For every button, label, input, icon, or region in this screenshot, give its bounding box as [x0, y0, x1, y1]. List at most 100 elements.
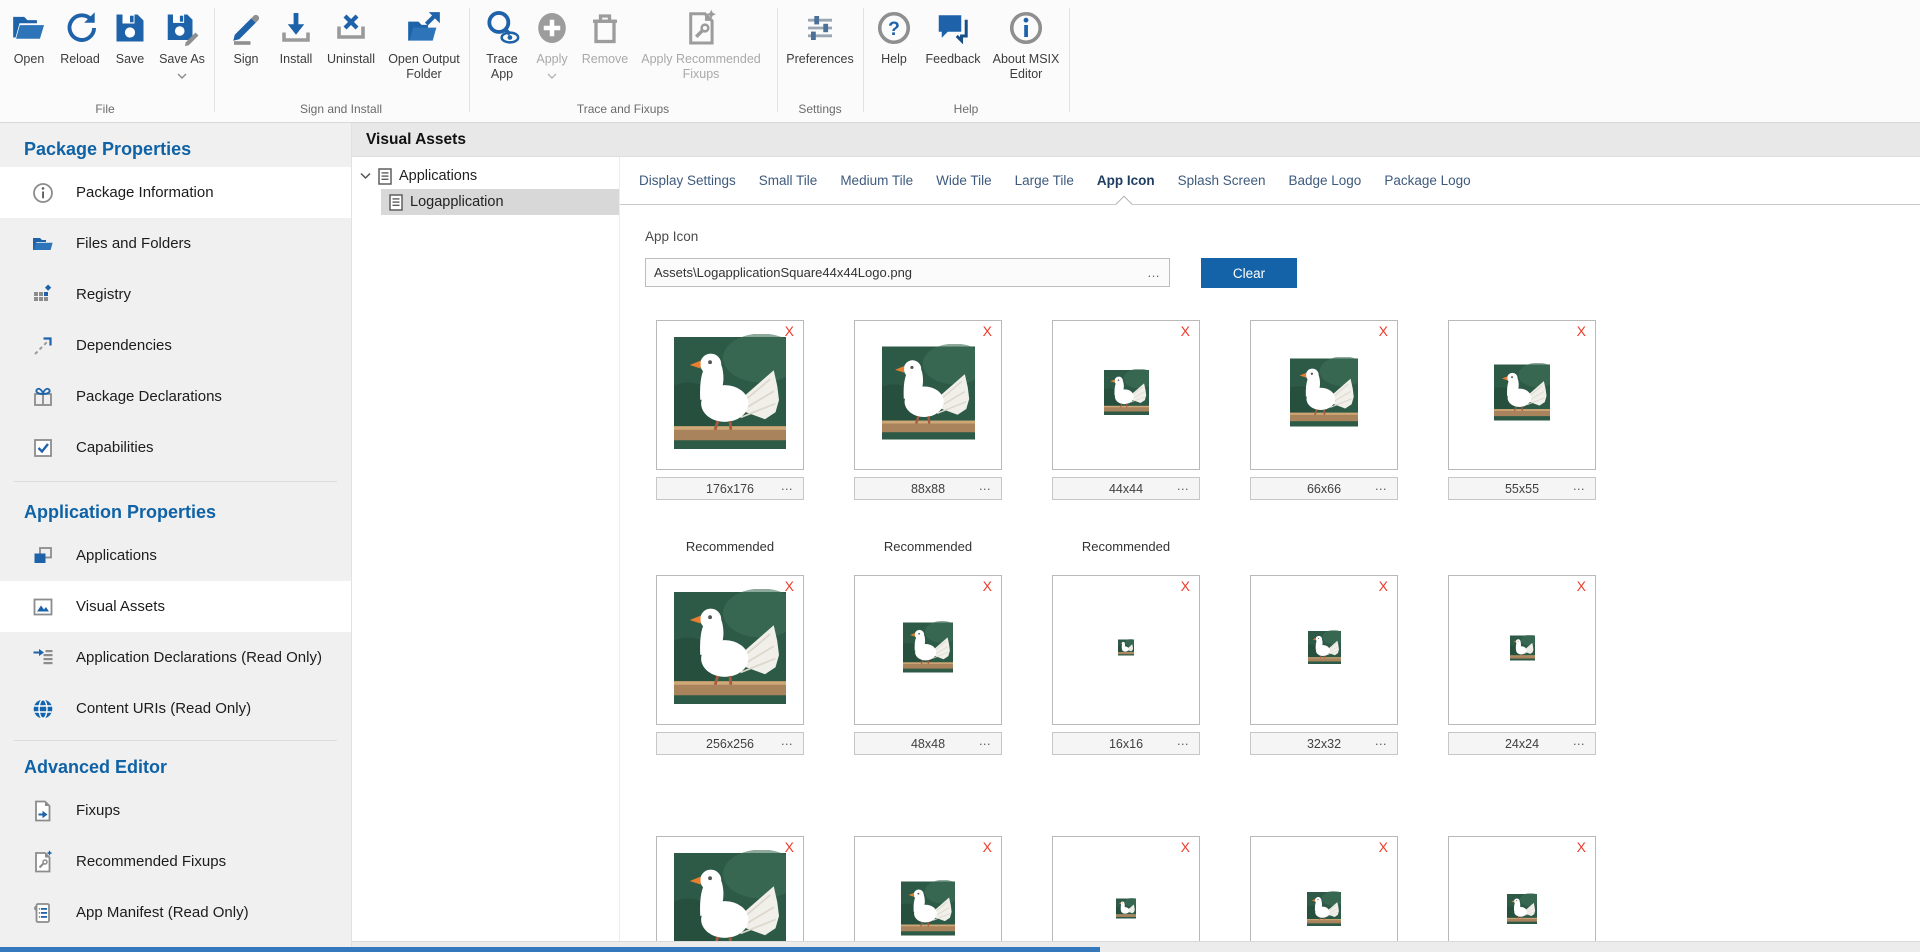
tab-badge-logo[interactable]: Badge Logo	[1288, 173, 1361, 188]
remove-asset-button[interactable]: X	[1379, 579, 1388, 593]
save-button[interactable]: Save	[105, 5, 155, 67]
asset-more-button[interactable]: …	[1177, 479, 1190, 493]
tab-small-tile[interactable]: Small Tile	[759, 173, 818, 188]
feedback-button-label: Feedback	[918, 52, 988, 67]
sidebar-item-application-declarations[interactable]: Application Declarations (Read Only)	[0, 632, 351, 683]
sidebar-item-package-declarations[interactable]: Package Declarations	[0, 371, 351, 422]
apply-button[interactable]: Apply	[526, 5, 578, 75]
info-circle-icon	[983, 5, 1069, 51]
asset-more-button[interactable]: …	[1375, 734, 1388, 748]
sidebar-item-content-uris[interactable]: Content URIs (Read Only)	[0, 683, 351, 734]
asset-more-button[interactable]: …	[781, 479, 794, 493]
tab-large-tile[interactable]: Large Tile	[1015, 173, 1074, 188]
remove-asset-button[interactable]: X	[785, 579, 794, 593]
feedback-button[interactable]: Feedback	[918, 5, 988, 67]
reload-button[interactable]: Reload	[53, 5, 107, 67]
asset-more-button[interactable]: …	[1573, 479, 1586, 493]
asset-size-text: 66x66	[1307, 482, 1341, 496]
sidebar-item-recommended-fixups[interactable]: Recommended Fixups	[0, 836, 351, 887]
sidebar-item-label: Registry	[76, 286, 131, 303]
about-msix-editor-button[interactable]: About MSIX Editor	[983, 5, 1069, 82]
sidebar-item-package-information[interactable]: Package Information	[0, 167, 351, 218]
sidebar-item-dependencies[interactable]: Dependencies	[0, 320, 351, 371]
sidebar-item-fixups[interactable]: Fixups	[0, 785, 351, 836]
asset-tile: X	[1250, 836, 1398, 941]
sidebar-item-label: App Manifest (Read Only)	[76, 904, 249, 921]
chevron-down-icon	[152, 68, 212, 75]
tree-node-applications[interactable]: Applications	[352, 163, 619, 189]
tab-wide-tile[interactable]: Wide Tile	[936, 173, 992, 188]
chevron-down-icon	[526, 68, 578, 75]
fixups-page-icon	[30, 798, 56, 824]
remove-asset-button[interactable]: X	[1577, 840, 1586, 854]
asset-tile-24x24: X	[1448, 575, 1596, 725]
tab-display-settings[interactable]: Display Settings	[639, 173, 736, 188]
remove-asset-button[interactable]: X	[983, 840, 992, 854]
applications-tree: Applications Logapplication	[352, 157, 620, 941]
chevron-down-icon[interactable]	[360, 172, 371, 180]
sidebar-item-app-manifest[interactable]: App Manifest (Read Only)	[0, 887, 351, 938]
trace-app-button-label: Trace App	[474, 52, 530, 82]
folder-icon	[30, 231, 56, 257]
tab-app-icon[interactable]: App Icon	[1097, 173, 1155, 188]
dove-image	[1104, 369, 1149, 421]
globe-icon	[30, 696, 56, 722]
ribbon-toolbar: Open Reload Save Save As Si	[0, 0, 1920, 123]
remove-asset-button[interactable]: X	[1181, 840, 1190, 854]
asset-more-button[interactable]: …	[1573, 734, 1586, 748]
remove-asset-button[interactable]: X	[983, 324, 992, 338]
tree-node-logapplication[interactable]: Logapplication	[381, 189, 619, 215]
remove-asset-button[interactable]: X	[1577, 579, 1586, 593]
asset-size-label: 32x32…	[1250, 732, 1398, 755]
sidebar-item-registry[interactable]: Registry	[0, 269, 351, 320]
sidebar-item-files-and-folders[interactable]: Files and Folders	[0, 218, 351, 269]
dependency-arrow-icon	[30, 333, 56, 359]
remove-asset-button[interactable]: X	[785, 840, 794, 854]
asset-size-label: 55x55…	[1448, 477, 1596, 500]
dove-image	[674, 334, 786, 457]
tab-splash-screen[interactable]: Splash Screen	[1178, 173, 1266, 188]
remove-asset-button[interactable]: X	[1577, 324, 1586, 338]
sidebar-item-label: Visual Assets	[76, 598, 165, 615]
sign-button[interactable]: Sign	[221, 5, 271, 67]
save-as-icon	[152, 5, 212, 51]
tab-medium-tile[interactable]: Medium Tile	[840, 173, 913, 188]
asset-tile-55x55: X	[1448, 320, 1596, 470]
open-button[interactable]: Open	[4, 5, 54, 67]
asset-more-button[interactable]: …	[781, 734, 794, 748]
preferences-button[interactable]: Preferences	[778, 5, 862, 67]
remove-asset-button[interactable]: X	[1181, 579, 1190, 593]
open-output-folder-button[interactable]: Open Output Folder	[374, 5, 474, 82]
sidebar-item-visual-assets[interactable]: Visual Assets	[0, 581, 351, 632]
remove-asset-button[interactable]: X	[1379, 840, 1388, 854]
dove-image	[1308, 630, 1341, 670]
open-output-folder-icon	[374, 5, 474, 51]
recommended-label: Recommended	[854, 539, 1002, 554]
dove-image	[1307, 891, 1341, 932]
asset-more-button[interactable]: …	[979, 734, 992, 748]
horizontal-scrollbar-thumb[interactable]	[0, 947, 1100, 952]
tab-package-logo[interactable]: Package Logo	[1384, 173, 1470, 188]
ribbon-group-settings: Settings	[798, 102, 841, 116]
sign-pencil-icon	[221, 5, 271, 51]
sidebar-item-applications[interactable]: Applications	[0, 530, 351, 581]
remove-asset-button[interactable]: X	[983, 579, 992, 593]
help-button[interactable]: ? Help	[871, 5, 917, 67]
sidebar-item-label: Recommended Fixups	[76, 853, 226, 870]
asset-more-button[interactable]: …	[1375, 479, 1388, 493]
sidebar-item-capabilities[interactable]: Capabilities	[0, 422, 351, 473]
apply-recommended-fixups-button[interactable]: Apply Recommended Fixups	[626, 5, 776, 82]
remove-asset-button[interactable]: X	[785, 324, 794, 338]
asset-more-button[interactable]: …	[979, 479, 992, 493]
save-as-button[interactable]: Save As	[152, 5, 212, 75]
remove-asset-button[interactable]: X	[1379, 324, 1388, 338]
asset-tile: X	[1052, 836, 1200, 941]
remove-asset-button[interactable]: X	[1181, 324, 1190, 338]
asset-more-button[interactable]: …	[1177, 734, 1190, 748]
trace-app-button[interactable]: Trace App	[474, 5, 530, 82]
ribbon-separator	[469, 8, 470, 112]
install-button[interactable]: Install	[269, 5, 323, 67]
apply-recommended-fixups-button-label: Apply Recommended Fixups	[626, 52, 776, 82]
asset-tile-256x256: X	[656, 575, 804, 725]
save-icon	[105, 5, 155, 51]
